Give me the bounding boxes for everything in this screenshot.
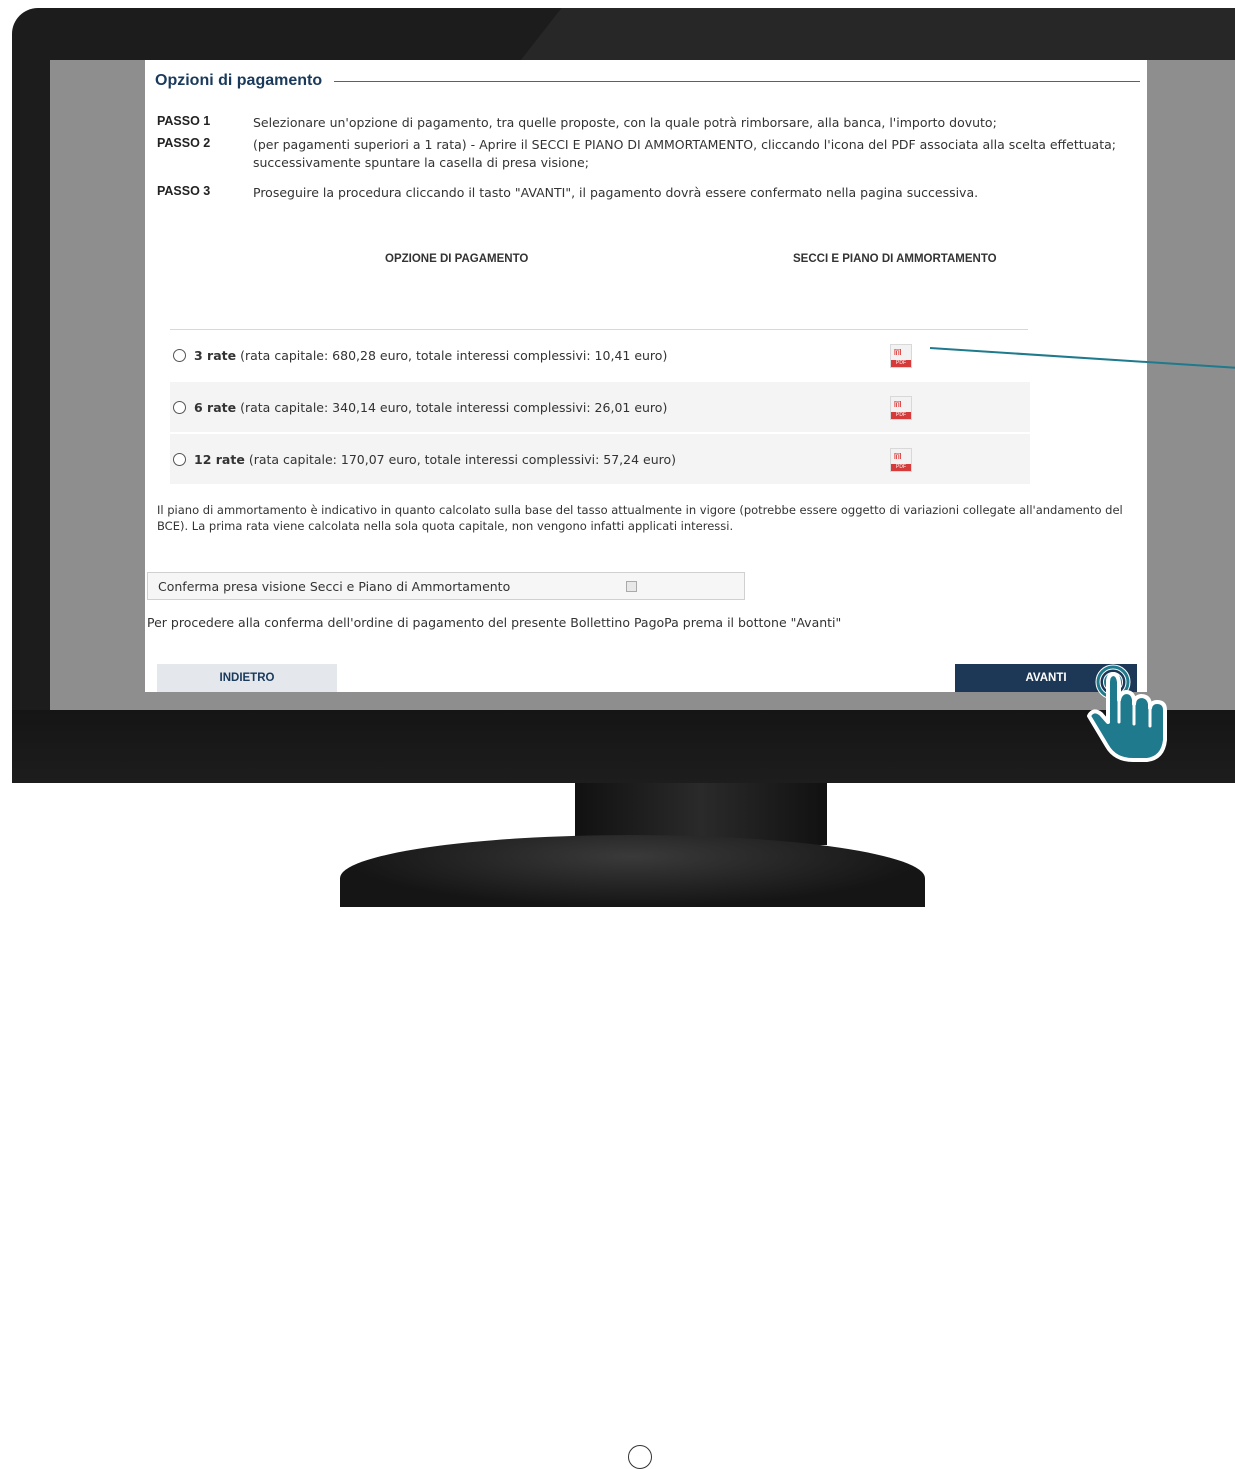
step-label: PASSO 2 <box>157 136 211 150</box>
step-1: PASSO 1 Selezionare un'opzione di pagame… <box>157 114 1133 132</box>
confirm-checkbox[interactable] <box>626 580 637 592</box>
proceed-instruction: Per procedere alla conferma dell'ordine … <box>147 615 842 630</box>
pdf-tag: PDF <box>891 360 911 367</box>
amortization-note: Il piano di ammortamento è indicativo in… <box>157 503 1123 533</box>
option-rate-count: 12 rate <box>194 451 245 467</box>
confirm-label: Conferma presa visione Secci e Piano di … <box>158 578 511 594</box>
pdf-tag: PDF <box>891 464 911 471</box>
option-radio[interactable] <box>173 348 186 362</box>
option-rate-count: 6 rate <box>194 399 237 415</box>
step-3: PASSO 3 Proseguire la procedura cliccand… <box>157 184 1133 202</box>
step-text: Proseguire la procedura cliccando il tas… <box>253 185 979 200</box>
screen-glare <box>514 8 1235 68</box>
pdf-icon[interactable]: ⩎ PDF <box>890 396 912 420</box>
pdf-tag: PDF <box>891 412 911 419</box>
payment-option-row[interactable]: 3 rate (rata capitale: 680,28 euro, tota… <box>170 330 1030 380</box>
back-button[interactable]: INDIETRO <box>157 664 337 692</box>
column-header-option: OPZIONE DI PAGAMENTO <box>385 253 529 265</box>
step-text: Selezionare un'opzione di pagamento, tra… <box>253 115 997 130</box>
confirm-acknowledgement[interactable]: Conferma presa visione Secci e Piano di … <box>147 572 745 600</box>
option-detail: (rata capitale: 170,07 euro, totale inte… <box>248 451 677 467</box>
step-label: PASSO 3 <box>157 184 211 198</box>
monitor-stand-base <box>340 835 925 907</box>
page-title: Opzioni di pagamento <box>155 72 323 89</box>
tap-hand-icon <box>1087 664 1167 762</box>
step-2: PASSO 2 (per pagamenti superiori a 1 rat… <box>157 136 1133 172</box>
pdf-icon[interactable]: ⩎ PDF <box>890 344 912 368</box>
column-header-secci: SECCI E PIANO DI AMMORTAMENTO <box>793 253 997 265</box>
option-detail: (rata capitale: 680,28 euro, totale inte… <box>240 347 668 363</box>
acrobat-icon: ⩎ <box>894 396 902 411</box>
power-button-icon <box>628 1445 652 1469</box>
section-header: Opzioni di pagamento <box>155 72 1140 90</box>
option-radio[interactable] <box>173 452 186 466</box>
payment-option-row[interactable]: 12 rate (rata capitale: 170,07 euro, tot… <box>170 434 1030 484</box>
acrobat-icon: ⩎ <box>894 448 902 463</box>
step-text: (per pagamenti superiori a 1 rata) - Apr… <box>253 137 1116 170</box>
pdf-icon[interactable]: ⩎ PDF <box>890 448 912 472</box>
option-rate-count: 3 rate <box>194 347 237 363</box>
option-detail: (rata capitale: 340,14 euro, totale inte… <box>240 399 668 415</box>
step-label: PASSO 1 <box>157 114 211 128</box>
option-radio[interactable] <box>173 400 186 414</box>
payment-options-window: Opzioni di pagamento PASSO 1 Selezionare… <box>145 60 1147 692</box>
payment-option-row[interactable]: 6 rate (rata capitale: 340,14 euro, tota… <box>170 382 1030 432</box>
acrobat-icon: ⩎ <box>894 344 902 359</box>
heading-divider <box>334 80 1140 82</box>
monitor-chin <box>12 710 1235 1469</box>
